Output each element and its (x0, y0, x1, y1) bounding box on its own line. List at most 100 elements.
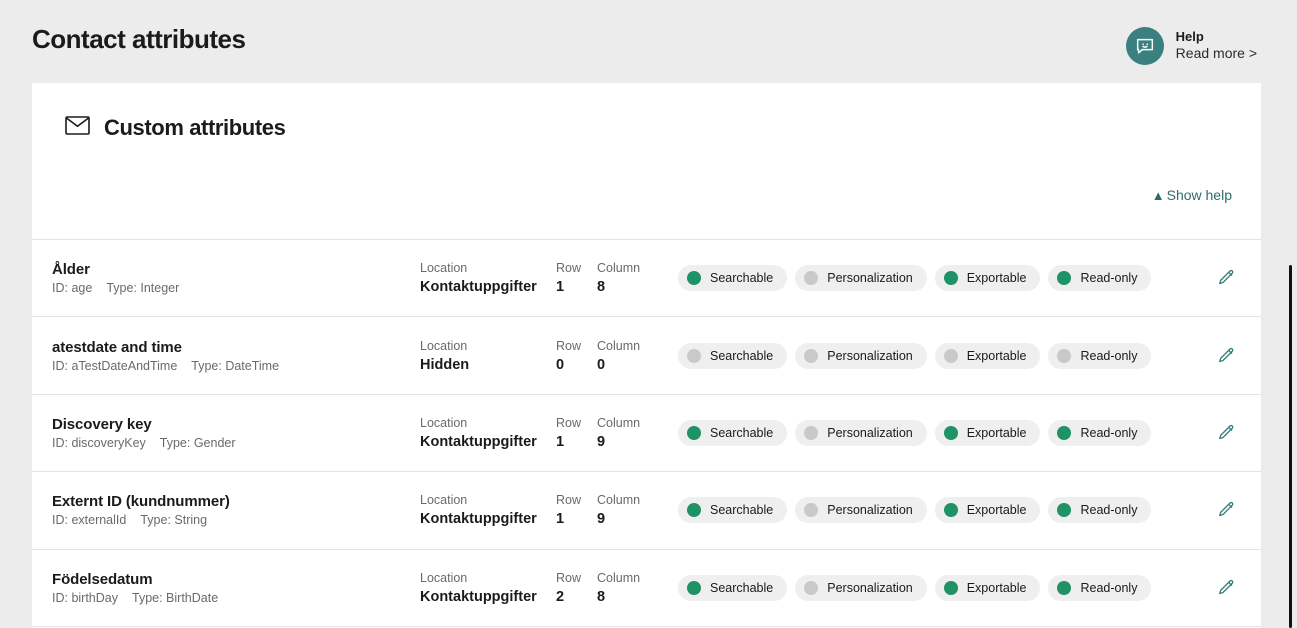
location-column-header: Location (420, 416, 537, 430)
attribute-meta: ID: birthDayType: BirthDate (52, 591, 437, 605)
attribute-column-cell: Column 8 (597, 240, 640, 316)
help-text: Help Read more > (1176, 29, 1257, 63)
pencil-icon[interactable] (1216, 395, 1236, 471)
table-row[interactable]: Discovery keyID: discoveryKeyType: Gende… (32, 395, 1261, 472)
flag-label-personalization: Personalization (827, 271, 912, 285)
show-help-toggle[interactable]: ▲ Show help (1152, 187, 1232, 203)
flag-pill-group: Searchable Personalization Exportable Read-… (678, 317, 1151, 393)
attribute-meta: ID: aTestDateAndTimeType: DateTime (52, 359, 437, 373)
flag-dot-searchable (687, 271, 701, 285)
flag-pill-exportable[interactable]: Exportable (935, 497, 1041, 523)
table-row[interactable]: ÅlderID: ageType: IntegerLocationKontakt… (32, 240, 1261, 317)
attribute-column-cell: Column 9 (597, 472, 640, 548)
flag-pill-personalization[interactable]: Personalization (795, 575, 926, 601)
attribute-type: Type: Integer (106, 281, 179, 295)
attribute-row-cell: Row2 (556, 550, 581, 626)
flag-label-exportable: Exportable (967, 349, 1027, 363)
flag-pill-personalization[interactable]: Personalization (795, 343, 926, 369)
page-title: Contact attributes (32, 24, 245, 55)
flag-pill-readonly[interactable]: Read-only (1048, 265, 1151, 291)
flag-pill-personalization[interactable]: Personalization (795, 497, 926, 523)
flag-pill-exportable[interactable]: Exportable (935, 343, 1041, 369)
column-value: 0 (597, 357, 640, 373)
flag-dot-readonly (1057, 349, 1071, 363)
attribute-identity: atestdate and timeID: aTestDateAndTimeTy… (52, 317, 437, 393)
flag-dot-readonly (1057, 426, 1071, 440)
table-row[interactable]: atestdate and timeID: aTestDateAndTimeTy… (32, 317, 1261, 394)
column-value: 8 (597, 279, 640, 295)
flag-label-searchable: Searchable (710, 426, 773, 440)
flag-pill-personalization[interactable]: Personalization (795, 420, 926, 446)
attribute-identity: Externt ID (kundnummer)ID: externalIdTyp… (52, 472, 437, 548)
attribute-row-cell: Row 1 (556, 395, 581, 471)
location-value: Kontaktuppgifter (420, 434, 537, 450)
column-column-header: Column (597, 261, 640, 275)
flag-dot-exportable (944, 271, 958, 285)
flag-pill-group: Searchable Personalization Exportable Read-… (678, 395, 1151, 471)
row-value: 0 (556, 357, 581, 373)
flag-dot-readonly (1057, 271, 1071, 285)
row-value: 1 (556, 434, 581, 450)
attribute-name: Födelsedatum (52, 571, 437, 588)
flag-pill-searchable[interactable]: Searchable (678, 420, 787, 446)
flag-pill-readonly[interactable]: Read-only (1048, 575, 1151, 601)
flag-dot-personalization (804, 271, 818, 285)
location-column-header: Location (420, 339, 469, 353)
row-column-header: Row (556, 416, 581, 430)
page-scrollbar-track[interactable] (1286, 0, 1297, 628)
location-column-header: Location (420, 493, 537, 507)
flag-pill-readonly[interactable]: Read-only (1048, 343, 1151, 369)
column-value: 9 (597, 511, 640, 527)
flag-pill-searchable[interactable]: Searchable (678, 343, 787, 369)
flag-dot-exportable (944, 349, 958, 363)
help-read-more-link[interactable]: Read more > (1176, 45, 1257, 63)
card-title-group: Custom attributes (65, 115, 285, 141)
card-header: Custom attributes ▲ Show help (32, 83, 1261, 239)
flag-pill-searchable[interactable]: Searchable (678, 497, 787, 523)
chat-smiley-icon[interactable] (1126, 27, 1164, 65)
flag-label-personalization: Personalization (827, 581, 912, 595)
column-column-header: Column (597, 493, 640, 507)
location-value: Hidden (420, 357, 469, 373)
attribute-row-cell: Row1 (556, 472, 581, 548)
flag-pill-searchable[interactable]: Searchable (678, 265, 787, 291)
flag-pill-readonly[interactable]: Read-only (1048, 420, 1151, 446)
pencil-icon[interactable] (1216, 550, 1236, 626)
row-column-header: Row (556, 571, 581, 585)
help-block[interactable]: Help Read more > (1126, 27, 1257, 65)
attribute-location-cell: LocationKontaktuppgifter (420, 240, 537, 316)
location-column-header: Location (420, 261, 537, 275)
flag-pill-group: Searchable Personalization Exportable Read-… (678, 472, 1151, 548)
flag-pill-exportable[interactable]: Exportable (935, 575, 1041, 601)
flag-dot-exportable (944, 581, 958, 595)
flag-dot-personalization (804, 426, 818, 440)
attribute-meta: ID: externalIdType: String (52, 513, 437, 527)
table-row[interactable]: Externt ID (kundnummer)ID: externalIdTyp… (32, 472, 1261, 549)
attribute-location-cell: Location Kontaktuppgifter (420, 395, 537, 471)
flag-pill-searchable[interactable]: Searchable (678, 575, 787, 601)
attribute-identity: ÅlderID: ageType: Integer (52, 240, 437, 316)
flag-label-searchable: Searchable (710, 503, 773, 517)
location-value: Kontaktuppgifter (420, 589, 537, 605)
pencil-icon[interactable] (1216, 317, 1236, 393)
attribute-location-cell: Location Kontaktuppgifter (420, 550, 537, 626)
pencil-icon[interactable] (1216, 240, 1236, 316)
flag-label-exportable: Exportable (967, 503, 1027, 517)
flag-pill-exportable[interactable]: Exportable (935, 265, 1041, 291)
row-column-header: Row (556, 339, 581, 353)
flag-pill-exportable[interactable]: Exportable (935, 420, 1041, 446)
flag-dot-readonly (1057, 503, 1071, 517)
flag-label-readonly: Read-only (1080, 503, 1137, 517)
flag-pill-readonly[interactable]: Read-only (1048, 497, 1151, 523)
attribute-type: Type: BirthDate (132, 591, 218, 605)
flag-label-exportable: Exportable (967, 426, 1027, 440)
page-scrollbar-thumb[interactable] (1289, 265, 1292, 628)
location-column-header: Location (420, 571, 537, 585)
flag-dot-personalization (804, 581, 818, 595)
table-row[interactable]: FödelsedatumID: birthDayType: BirthDateL… (32, 550, 1261, 627)
flag-pill-personalization[interactable]: Personalization (795, 265, 926, 291)
show-help-label: Show help (1167, 187, 1232, 203)
flag-label-searchable: Searchable (710, 581, 773, 595)
pencil-icon[interactable] (1216, 472, 1236, 548)
flag-dot-personalization (804, 349, 818, 363)
